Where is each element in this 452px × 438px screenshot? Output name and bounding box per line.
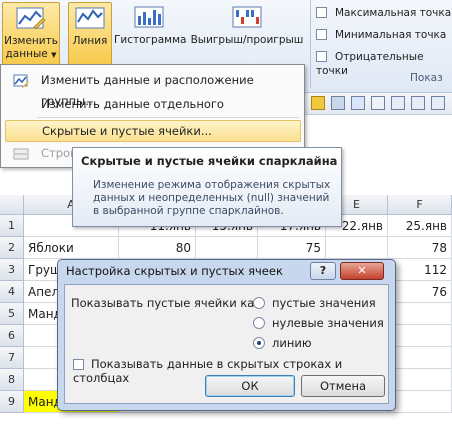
ungroup-icon[interactable]	[431, 96, 445, 110]
style-toolbar	[305, 93, 452, 115]
max-point-checkbox[interactable]: Максимальная точка	[316, 6, 451, 22]
table-cell[interactable]: 76	[388, 281, 452, 303]
radio-checked-icon[interactable]	[253, 337, 265, 349]
menu-item-edit-single[interactable]: Изменить данные отдельного спарклайна...	[5, 94, 301, 132]
option-empty[interactable]: пустые значения	[253, 296, 376, 310]
line-sparkline-button[interactable]: Линия	[68, 2, 112, 68]
radio-icon[interactable]	[253, 317, 265, 329]
grid-icon[interactable]	[371, 96, 385, 110]
chevron-down-icon: ▼	[51, 51, 57, 59]
row-header[interactable]: 9	[0, 391, 24, 413]
menu-item-edit-group[interactable]: Изменить данные и расположение группы...	[5, 70, 301, 108]
table-cell[interactable]	[388, 303, 452, 325]
table-cell[interactable]	[388, 391, 452, 413]
option-zero[interactable]: нулевые значения	[253, 316, 384, 330]
checkbox-box[interactable]	[316, 51, 327, 62]
table-cell[interactable]: 80	[119, 237, 196, 259]
table-cell[interactable]: 78	[388, 237, 452, 259]
winloss-sparkline-button[interactable]: Выигрыш/проигрыш	[188, 2, 306, 68]
checkbox-box[interactable]	[73, 359, 84, 370]
table-cell[interactable]: 112	[388, 259, 452, 281]
row-header[interactable]: 1	[0, 215, 24, 237]
min-point-checkbox[interactable]: Минимальная точка	[316, 28, 446, 44]
dialog-body: Показывать пустые ячейки как: пустые зна…	[64, 284, 389, 404]
table-cell[interactable]: 75	[258, 237, 326, 259]
histogram-sparkline-button[interactable]: Гистограмма	[114, 2, 187, 68]
row-header[interactable]: 5	[0, 303, 24, 325]
axis-icon[interactable]	[391, 96, 405, 110]
row-header[interactable]: 7	[0, 347, 24, 369]
row-header[interactable]: 8	[0, 369, 24, 391]
line-label: Линия	[72, 35, 108, 47]
table-cell[interactable]	[196, 237, 258, 259]
checkbox-box[interactable]	[316, 7, 327, 18]
option-label: линию	[272, 336, 312, 350]
empty-cells-label: Показывать пустые ячейки как:	[71, 296, 266, 310]
table-cell[interactable]	[388, 369, 452, 391]
ok-button[interactable]: ОК	[205, 375, 295, 397]
line-chart-icon	[75, 7, 105, 29]
tooltip: Скрытые и пустые ячейки спарклайна Измен…	[72, 147, 342, 227]
row-header[interactable]: 4	[0, 281, 24, 303]
cancel-button[interactable]: Отмена	[301, 375, 385, 397]
table-cell[interactable]: Яблоки	[24, 237, 119, 259]
ribbon-divider	[310, 0, 311, 88]
row-header[interactable]: 3	[0, 259, 24, 281]
close-button[interactable]: ✕	[340, 262, 384, 280]
group-label: Показ	[410, 72, 443, 84]
winloss-label: Выигрыш/проигрыш	[190, 34, 304, 46]
layout-icon[interactable]	[351, 96, 365, 110]
win-loss-icon	[232, 6, 262, 28]
radio-icon[interactable]	[253, 297, 265, 309]
corner-header[interactable]	[0, 195, 24, 215]
help-button[interactable]: ?	[310, 262, 336, 280]
bar-chart-icon	[134, 6, 164, 28]
table-cell[interactable]	[326, 237, 388, 259]
menu-item-hidden-empty-cells[interactable]: Скрытые и пустые ячейки...	[5, 120, 301, 142]
min-point-label: Минимальная точка	[335, 29, 447, 41]
tooltip-title: Скрытые и пустые ячейки спарклайна	[81, 154, 338, 168]
hidden-empty-cells-dialog: Настройка скрытых и пустых ячеек ? ✕ Пок…	[57, 259, 396, 411]
col-header-f[interactable]: F	[388, 195, 452, 215]
row-header[interactable]: 6	[0, 325, 24, 347]
edit-data-icon	[16, 7, 46, 30]
option-line[interactable]: линию	[253, 336, 312, 350]
tooltip-body: Изменение режима отображения скрытых дан…	[93, 179, 331, 217]
style-icon[interactable]	[311, 96, 325, 110]
menu-item-label: Скрытые и пустые ячейки...	[42, 124, 212, 138]
max-point-label: Максимальная точка	[335, 7, 452, 19]
row-header[interactable]: 2	[0, 237, 24, 259]
dialog-title: Настройка скрытых и пустых ячеек	[66, 264, 283, 278]
edit-data-label: Изменить данные	[4, 35, 58, 60]
row-icon	[13, 148, 29, 160]
negative-points-label: Отрицательные точки	[316, 51, 424, 77]
edit-group-icon	[13, 74, 29, 88]
table-cell[interactable]: 25.янв	[388, 215, 452, 237]
table-cell[interactable]	[388, 325, 452, 347]
negative-points-checkbox[interactable]: Отрицательные точки	[316, 50, 452, 77]
checkbox-box[interactable]	[316, 29, 327, 40]
option-label: нулевые значения	[272, 316, 384, 330]
edit-data-button[interactable]: Изменить данные ▼	[2, 2, 60, 68]
group-icon[interactable]	[411, 96, 425, 110]
table-cell[interactable]	[388, 347, 452, 369]
menu-separator	[37, 117, 299, 118]
histogram-label: Гистограмма	[114, 34, 187, 46]
option-label: пустые значения	[272, 296, 376, 310]
format-icon[interactable]	[331, 96, 345, 110]
